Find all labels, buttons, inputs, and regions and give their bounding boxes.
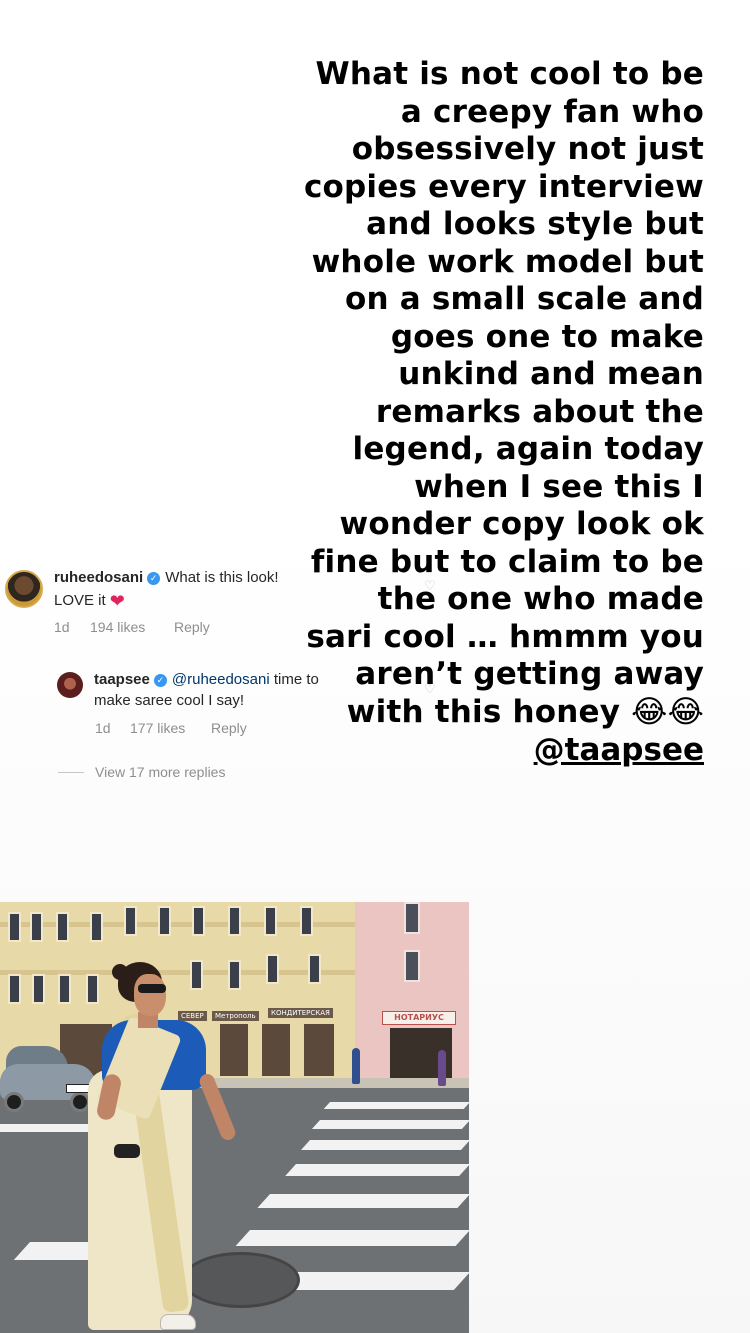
window [308,954,321,984]
window [124,906,137,936]
window [266,954,279,984]
story-canvas: ruheedosani ✓ What is this look! LOVE it ❤ … [0,0,750,1333]
pedestrian [438,1050,446,1086]
story-text-overlay: What is not cool to be a creepy fan who … [303,56,704,730]
comment-screenshot: ruheedosani ✓ What is this look! LOVE it ❤ … [0,560,330,790]
crosswalk-stripe [285,1164,469,1176]
window [404,950,420,982]
sunglasses [138,984,166,993]
comment-1-text-line-2: LOVE it [54,592,106,609]
notary-sign: НОТАРИУС [382,1011,456,1025]
comment-1-likes[interactable]: 194 likes [90,619,145,635]
window [228,906,241,936]
comment-1-line-2: LOVE it ❤ [54,591,125,612]
shopfront [304,1024,334,1076]
comment-2-reply-button[interactable]: Reply [211,720,247,736]
comment-1-text: What is this look! [165,569,279,586]
window [158,906,171,936]
woman-in-saree [78,954,248,1333]
window [90,912,103,942]
crosswalk-stripe [311,1120,469,1129]
comment-2-username[interactable]: taapsee [94,671,150,688]
crosswalk-stripe [323,1102,469,1109]
window [32,974,45,1004]
window [404,902,420,934]
crosswalk-stripe [235,1230,469,1246]
red-heart-emoji-icon: ❤ [109,591,125,611]
crosswalk-stripe [300,1140,469,1150]
pedestrian [352,1048,360,1084]
window [264,906,277,936]
comment-2-line-2: make saree cool I say! [94,692,245,709]
window [192,906,205,936]
window [8,912,21,942]
comment-1-reply-button[interactable]: Reply [174,619,210,635]
view-replies-divider [58,772,84,773]
comment-1-age: 1d [54,619,70,635]
window [58,974,71,1004]
street-photo: СЕВЕР Метрополь КОНДИТЕРСКАЯ НОТАРИУС [0,902,469,1333]
comment-1-line-1: ruheedosani ✓ What is this look! [54,569,279,586]
comment-1-username[interactable]: ruheedosani [54,569,143,586]
avatar-taapsee[interactable] [57,672,83,698]
window [300,906,313,936]
shopfront [262,1024,290,1076]
verified-badge-icon: ✓ [147,572,161,585]
shop-sign: КОНДИТЕРСКАЯ [268,1008,333,1018]
comment-2-likes[interactable]: 177 likes [130,720,185,736]
comment-2-mention[interactable]: @ruheedosani [172,671,270,688]
window [56,912,69,942]
view-more-replies-link[interactable]: View 17 more replies [95,764,225,780]
avatar-ruheedosani[interactable] [5,570,43,608]
mention-sticker-taapsee[interactable]: @taapsee [534,732,704,770]
verified-badge-icon: ✓ [153,674,167,687]
window [30,912,43,942]
window [8,974,21,1004]
crosswalk-stripe [257,1194,469,1208]
comment-2-age: 1d [95,720,111,736]
